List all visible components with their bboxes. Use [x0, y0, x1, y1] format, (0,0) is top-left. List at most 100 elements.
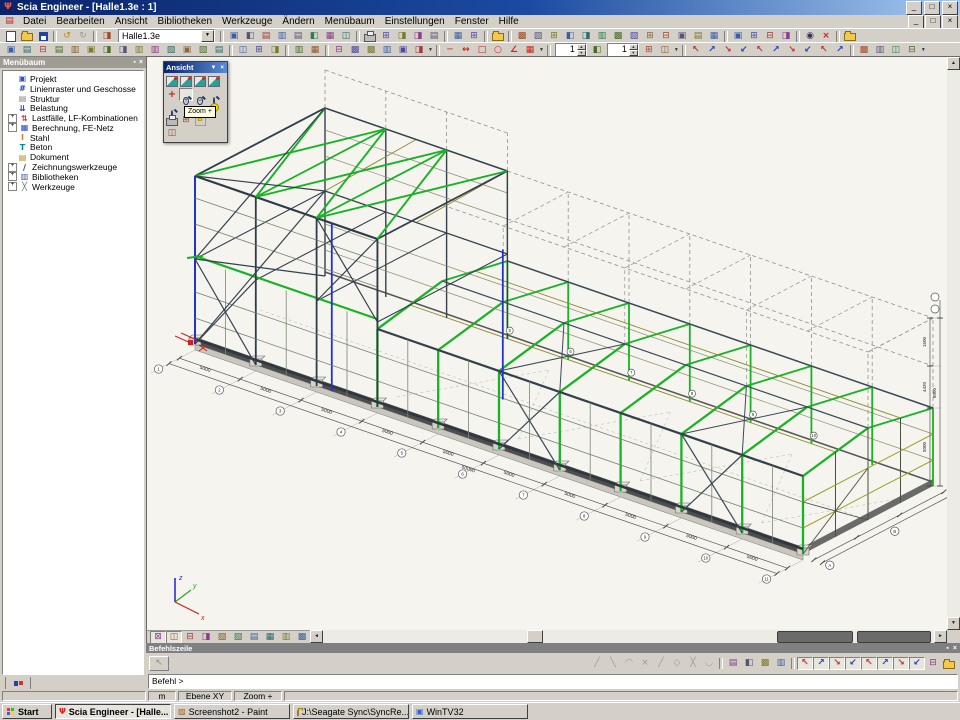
tree-item-stahl[interactable]: IStahl: [8, 133, 143, 143]
expand-icon[interactable]: +: [8, 114, 17, 123]
view-frame-3-icon[interactable]: ⊞: [546, 30, 562, 43]
animation-2-icon[interactable]: ⊟: [904, 44, 920, 57]
rect-draw-icon[interactable]: □: [474, 44, 490, 57]
model-3d-view[interactable]: 5678910500050005000500050005000500050005…: [147, 57, 948, 630]
start-button[interactable]: Start: [2, 704, 52, 719]
dot-grid-icon[interactable]: ◧: [741, 657, 757, 670]
task-wintv32[interactable]: ▣WinTV32: [412, 704, 528, 719]
save-view-icon[interactable]: ▩: [856, 44, 872, 57]
unlink-nodes-icon[interactable]: ↙: [736, 44, 752, 57]
select-marquee-icon[interactable]: ▦: [307, 44, 323, 57]
animation-1-icon[interactable]: ◫: [888, 44, 904, 57]
array-tool-icon[interactable]: ◨: [411, 44, 427, 57]
link-icon[interactable]: ▦: [450, 30, 466, 43]
member-tool-icon[interactable]: ◨: [99, 44, 115, 57]
status-cell-ebene-xy[interactable]: Ebene XY: [178, 691, 232, 701]
table-composer-icon[interactable]: ◫: [338, 30, 354, 43]
trim-tool-icon[interactable]: ╳: [685, 657, 701, 670]
tree-item-bibliotheken[interactable]: +▥Bibliotheken: [8, 172, 143, 182]
status-cell-m[interactable]: m: [148, 691, 176, 701]
print-preview-icon[interactable]: ⊞: [378, 30, 394, 43]
status-cell-zoom[interactable]: Zoom +: [234, 691, 282, 701]
snap-percent-icon[interactable]: ↘: [829, 657, 845, 670]
expand-icon[interactable]: +: [8, 123, 17, 132]
task-scia-engineer-halle[interactable]: ΨScia Engineer - [Halle...: [55, 704, 171, 719]
scroll-down-icon[interactable]: ▼: [947, 617, 960, 630]
task-screenshot2-paint[interactable]: ▨Screenshot2 - Paint: [174, 704, 290, 719]
tile-windows-icon[interactable]: ⊞: [746, 30, 762, 43]
dimension-draw-icon[interactable]: ↔: [458, 44, 474, 57]
menu-men-baum[interactable]: Menübaum: [320, 15, 380, 28]
delete-activity-icon[interactable]: ×: [818, 30, 834, 43]
snap-tangent-icon[interactable]: ↘: [893, 657, 909, 670]
vertex-tool-icon[interactable]: ◇: [669, 657, 685, 670]
tree-item-struktur[interactable]: ▤Struktur: [8, 94, 143, 104]
document-book-icon[interactable]: ◨: [394, 30, 410, 43]
tree-item-dokument[interactable]: ▤Dokument: [8, 152, 143, 162]
grid-draw-icon[interactable]: ▦: [522, 44, 538, 57]
combo-dropdown-icon[interactable]: ▼: [201, 30, 214, 42]
member-end-2-icon[interactable]: ↗: [768, 44, 784, 57]
undo-icon[interactable]: ↺: [59, 30, 75, 43]
extend-tool-icon[interactable]: ◡: [701, 657, 717, 670]
arrange-windows-icon[interactable]: ⊟: [762, 30, 778, 43]
cross-link-icon[interactable]: ↖: [816, 44, 832, 57]
snap-midpoint-icon[interactable]: ↗: [813, 657, 829, 670]
picture-add-icon[interactable]: ▤: [258, 30, 274, 43]
template-folder-icon[interactable]: [490, 30, 506, 43]
horizontal-scrollbar[interactable]: [323, 630, 947, 644]
command-panel-header[interactable]: Befehlszeile ▪ ×: [146, 643, 960, 653]
dropdown-arrow-icon[interactable]: ▼: [921, 47, 926, 53]
ucs-axis-icon[interactable]: +: [165, 88, 179, 101]
truss-tool-icon[interactable]: ▥: [147, 44, 163, 57]
menu-fenster[interactable]: Fenster: [450, 15, 494, 28]
snap-ortho-icon[interactable]: ↗: [877, 657, 893, 670]
view-print-icon[interactable]: [165, 114, 179, 127]
close-windows-icon[interactable]: ◨: [778, 30, 794, 43]
view-frame-10-icon[interactable]: ⊟: [658, 30, 674, 43]
line-grid-icon[interactable]: ▩: [757, 657, 773, 670]
dropdown-arrow-icon[interactable]: ▼: [674, 47, 679, 53]
hinge-icon[interactable]: ↙: [800, 44, 816, 57]
palette-dropdown-icon[interactable]: ▼: [210, 65, 218, 71]
opening-tool-icon[interactable]: ▣: [83, 44, 99, 57]
maximize-button[interactable]: □: [924, 1, 940, 15]
named-view-icon[interactable]: ◫: [657, 44, 673, 57]
new-from-template-icon[interactable]: [842, 30, 858, 43]
menu-bearbeiten[interactable]: Bearbeiten: [51, 15, 109, 28]
track-cursor-icon[interactable]: ▤: [725, 657, 741, 670]
zoom-out-icon[interactable]: −: [193, 88, 207, 101]
eye-icon[interactable]: ◉: [802, 30, 818, 43]
grid-tool-icon[interactable]: ▣: [179, 44, 195, 57]
spline-tool-icon[interactable]: ╱: [653, 657, 669, 670]
view-frame-1-icon[interactable]: ▩: [514, 30, 530, 43]
snap-node-icon[interactable]: ↖: [861, 657, 877, 670]
horizontal-scroll-thumb[interactable]: [527, 630, 543, 643]
mdi-restore-icon[interactable]: □: [925, 15, 941, 29]
polyline-beam-tool-icon[interactable]: ▤: [51, 44, 67, 57]
gallery-icon[interactable]: ▣: [226, 30, 242, 43]
menu-hilfe[interactable]: Hilfe: [494, 15, 524, 28]
expand-icon[interactable]: +: [8, 182, 17, 191]
close-button[interactable]: ×: [942, 1, 958, 15]
view-frame-11-icon[interactable]: ▣: [674, 30, 690, 43]
print-icon[interactable]: [362, 30, 378, 43]
view-palette-header[interactable]: Ansicht ▼ ×: [164, 62, 227, 73]
scale-spinner-1[interactable]: 1▲▼: [555, 43, 587, 57]
view-frame-13-icon[interactable]: ▦: [706, 30, 722, 43]
select-cursor-icon[interactable]: ▥: [291, 44, 307, 57]
cascade-windows-icon[interactable]: ▣: [730, 30, 746, 43]
scroll-right-icon[interactable]: ►: [934, 630, 947, 643]
connect-members-icon[interactable]: ↖: [688, 44, 704, 57]
scroll-up-icon[interactable]: ▲: [947, 57, 960, 70]
image-export-icon[interactable]: ◧: [306, 30, 322, 43]
menu-ansicht[interactable]: Ansicht: [110, 15, 153, 28]
member-end-1-icon[interactable]: ↖: [752, 44, 768, 57]
tree-item-berechnung-fe-netz[interactable]: +▦Berechnung, FE-Netz: [8, 123, 143, 133]
view-frame-6-icon[interactable]: ▥: [594, 30, 610, 43]
snap-endpoint-icon[interactable]: ↖: [797, 657, 813, 670]
view-frame-8-icon[interactable]: ▧: [626, 30, 642, 43]
axo-view-4-icon[interactable]: [207, 75, 221, 88]
expand-icon[interactable]: +: [8, 163, 17, 172]
beam-tool-icon[interactable]: ▣: [3, 44, 19, 57]
